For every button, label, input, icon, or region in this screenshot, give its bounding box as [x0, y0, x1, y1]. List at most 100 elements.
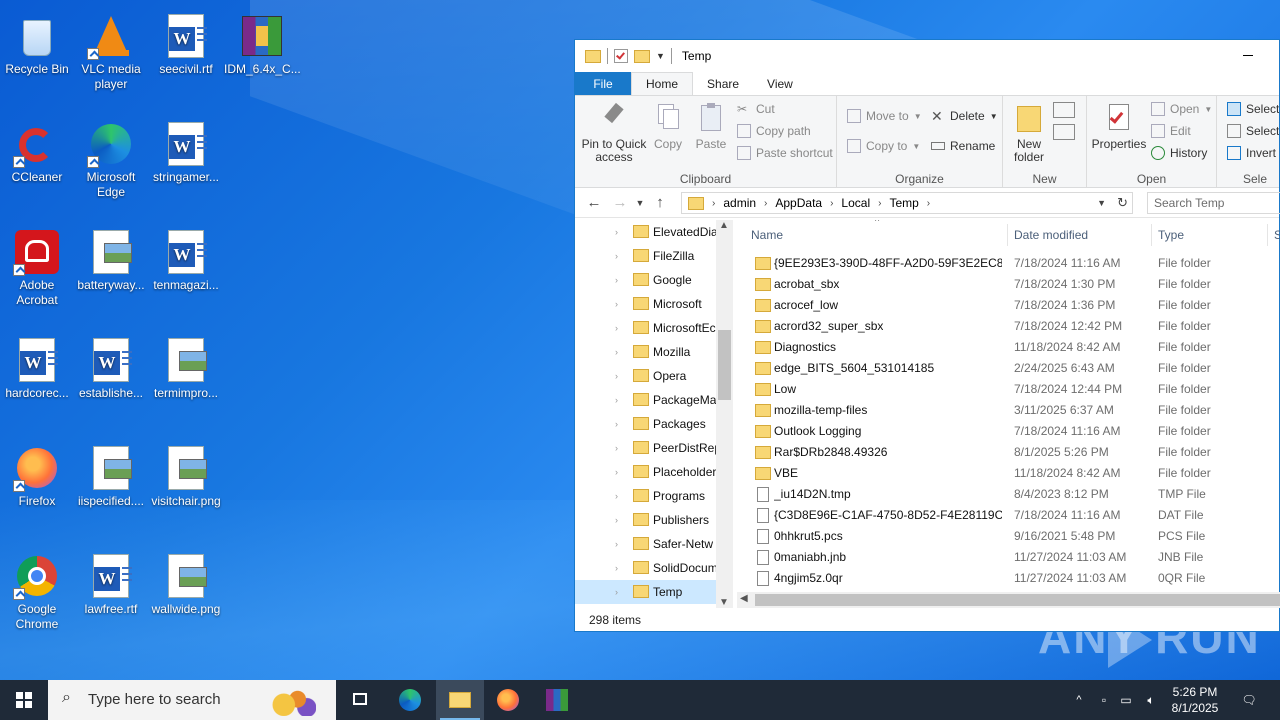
- nav-scrollbar[interactable]: ▲ ▼: [716, 220, 733, 608]
- delete-button[interactable]: ✕ Delete ▼: [931, 106, 998, 126]
- nav-item-opera[interactable]: › Opera: [575, 364, 716, 388]
- tab-file[interactable]: File: [575, 72, 631, 95]
- back-arrow-icon[interactable]: ←: [581, 194, 607, 211]
- file-row[interactable]: 0maniabh.jnb 11/27/2024 11:03 AM JNB File: [737, 547, 1280, 568]
- edit-button[interactable]: Edit: [1151, 121, 1191, 141]
- cut-button[interactable]: ✂ Cut: [737, 99, 775, 119]
- nav-item-safer-netw[interactable]: › Safer-Netw: [575, 532, 716, 556]
- expand-chevron-icon[interactable]: ›: [615, 251, 618, 261]
- expand-chevron-icon[interactable]: ›: [615, 539, 618, 549]
- copy-button[interactable]: Copy: [651, 102, 685, 151]
- nav-item-filezilla[interactable]: › FileZilla: [575, 244, 716, 268]
- file-row[interactable]: 4ngjim5z.0qr 11/27/2024 11:03 AM 0QR File: [737, 568, 1280, 589]
- title-bar[interactable]: ▼ Temp: [575, 40, 1279, 72]
- tab-home[interactable]: Home: [631, 72, 694, 95]
- file-row[interactable]: edge_BITS_5604_531014185 2/24/2025 6:43 A…: [737, 358, 1280, 379]
- column-header-type[interactable]: Type: [1158, 220, 1184, 250]
- column-divider[interactable]: [1007, 224, 1008, 246]
- horizontal-scrollbar[interactable]: ◀: [737, 592, 1280, 608]
- file-row[interactable]: acrobat_sbx 7/18/2024 1:30 PM File folder: [737, 274, 1280, 295]
- expand-chevron-icon[interactable]: ›: [615, 347, 618, 357]
- address-history-chevron-icon[interactable]: ▼: [1097, 198, 1106, 208]
- expand-chevron-icon[interactable]: ›: [615, 299, 618, 309]
- recent-locations-chevron-icon[interactable]: ▼: [633, 198, 647, 208]
- network-status-icon[interactable]: ▫: [1094, 680, 1114, 720]
- nav-item-temp[interactable]: › Temp: [575, 580, 716, 604]
- desktop-icon-termimpro[interactable]: termimpro...: [148, 330, 224, 401]
- expand-chevron-icon[interactable]: ›: [615, 275, 618, 285]
- desktop-icon-hardcorec[interactable]: Whardcorec...: [0, 330, 75, 401]
- nav-item-google[interactable]: › Google: [575, 268, 716, 292]
- desktop-icon-adobe-acrobat[interactable]: Adobe Acrobat: [0, 222, 75, 308]
- desktop-icon-tenmagazi[interactable]: Wtenmagazi...: [148, 222, 224, 293]
- invert-selection-button[interactable]: Invert s: [1227, 143, 1279, 163]
- file-row[interactable]: acrocef_low 7/18/2024 1:36 PM File folder: [737, 295, 1280, 316]
- copy-path-button[interactable]: Copy path: [737, 121, 811, 141]
- nav-item-publishers[interactable]: › Publishers: [575, 508, 716, 532]
- expand-chevron-icon[interactable]: ›: [615, 443, 618, 453]
- file-explorer-window[interactable]: ▼ Temp File Home Share View Pin to Quick…: [574, 39, 1280, 632]
- desktop-icon-wallwide-png[interactable]: wallwide.png: [148, 546, 224, 617]
- nav-item-soliddocum[interactable]: › SolidDocum: [575, 556, 716, 580]
- expand-chevron-icon[interactable]: ›: [615, 227, 618, 237]
- taskbar-firefox-button[interactable]: [484, 680, 532, 720]
- taskbar-edge-button[interactable]: [386, 680, 434, 720]
- select-all-button[interactable]: Select a: [1227, 99, 1279, 119]
- file-row[interactable]: Low 7/18/2024 12:44 PM File folder: [737, 379, 1280, 400]
- new-folder-qat-icon[interactable]: [634, 49, 650, 63]
- desktop-icon-lawfree-rtf[interactable]: Wlawfree.rtf: [73, 546, 149, 617]
- expand-chevron-icon[interactable]: ›: [615, 563, 618, 573]
- file-row[interactable]: _iu14D2N.tmp 8/4/2023 8:12 PM TMP File: [737, 484, 1280, 505]
- nav-item-packages[interactable]: › Packages: [575, 412, 716, 436]
- desktop-icon-firefox[interactable]: Firefox: [0, 438, 75, 509]
- desktop-icon-vlc-media-player[interactable]: VLC media player: [73, 6, 149, 92]
- file-row[interactable]: VBE 11/18/2024 8:42 AM File folder: [737, 463, 1280, 484]
- properties-button[interactable]: Properties: [1091, 102, 1147, 151]
- expand-chevron-icon[interactable]: ›: [615, 491, 618, 501]
- nav-item-elevateddia[interactable]: › ElevatedDia: [575, 220, 716, 244]
- new-item-icon[interactable]: [1053, 102, 1075, 118]
- nav-item-programs[interactable]: › Programs: [575, 484, 716, 508]
- new-folder-button[interactable]: New folder: [1009, 102, 1049, 164]
- column-header-name[interactable]: Name: [751, 220, 783, 250]
- paste-button[interactable]: Paste: [693, 102, 729, 151]
- scroll-down-icon[interactable]: ▼: [719, 597, 729, 608]
- desktop-icon-stringamer[interactable]: Wstringamer...: [148, 114, 224, 185]
- scroll-left-icon[interactable]: ◀: [740, 593, 748, 604]
- file-row[interactable]: Rar$DRb2848.49326 8/1/2025 5:26 PM File fo…: [737, 442, 1280, 463]
- taskbar-file-explorer-button[interactable]: [436, 680, 484, 720]
- select-none-button[interactable]: Select n: [1227, 121, 1279, 141]
- column-header-size[interactable]: S: [1274, 220, 1280, 250]
- desktop-icon-iispecified[interactable]: iispecified....: [73, 438, 149, 509]
- horizontal-scroll-thumb[interactable]: [755, 594, 1280, 606]
- task-view-button[interactable]: [336, 680, 384, 720]
- file-row[interactable]: 0hhkrut5.pcs 9/16/2021 5:48 PM PCS File: [737, 526, 1280, 547]
- desktop-icon-google-chrome[interactable]: Google Chrome: [0, 546, 75, 632]
- file-row[interactable]: Outlook Logging 7/18/2024 11:16 AM File fo…: [737, 421, 1280, 442]
- nav-item-microsoft[interactable]: › Microsoft: [575, 292, 716, 316]
- network-icon[interactable]: ▭: [1116, 680, 1136, 720]
- file-row[interactable]: mozilla-temp-files 3/11/2025 6:37 AM File …: [737, 400, 1280, 421]
- desktop-icon-visitchair-png[interactable]: visitchair.png: [148, 438, 224, 509]
- tab-view[interactable]: View: [753, 72, 807, 95]
- column-divider[interactable]: [1267, 224, 1268, 246]
- desktop-icon-seecivil-rtf[interactable]: Wseecivil.rtf: [148, 6, 224, 77]
- expand-chevron-icon[interactable]: ›: [615, 395, 618, 405]
- expand-chevron-icon[interactable]: ›: [615, 587, 618, 597]
- forward-arrow-icon[interactable]: →: [607, 194, 633, 211]
- paste-shortcut-button[interactable]: Paste shortcut: [737, 143, 833, 163]
- column-divider[interactable]: [1151, 224, 1152, 246]
- expand-chevron-icon[interactable]: ›: [615, 323, 618, 333]
- nav-item-peerdistrep[interactable]: › PeerDistRep: [575, 436, 716, 460]
- history-button[interactable]: History: [1151, 143, 1207, 163]
- show-hidden-icons-chevron-icon[interactable]: ^: [1070, 680, 1088, 720]
- column-header-date[interactable]: Date modified: [1014, 220, 1088, 250]
- desktop-icon-idm-6-4x-c[interactable]: IDM_6.4x_C...: [224, 6, 301, 77]
- file-row[interactable]: Diagnostics 11/18/2024 8:42 AM File folder: [737, 337, 1280, 358]
- up-arrow-icon[interactable]: ↑: [647, 194, 673, 211]
- taskbar-search-box[interactable]: ⌕ Type here to search: [48, 680, 336, 720]
- search-input[interactable]: Search Temp: [1147, 192, 1280, 214]
- notifications-icon[interactable]: 🗨︎: [1234, 680, 1264, 720]
- customize-qat-chevron-icon[interactable]: ▼: [656, 51, 665, 61]
- clock[interactable]: 5:26 PM 8/1/2025: [1162, 680, 1228, 720]
